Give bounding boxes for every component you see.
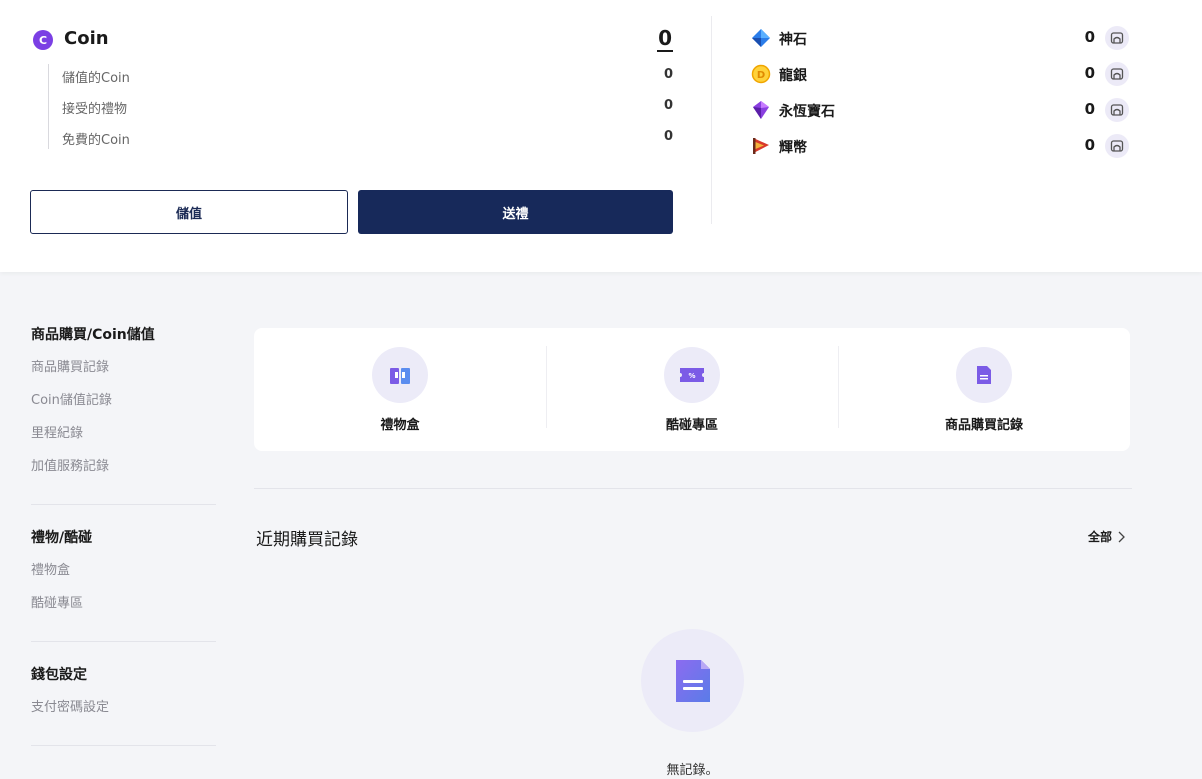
send-gift-button[interactable]: 送禮: [358, 190, 673, 234]
breakdown-label: 儲值的Coin: [62, 71, 130, 86]
sidebar-item-value-added-history[interactable]: 加值服務記錄: [31, 457, 216, 490]
currency-row-glow-coin: 輝幣 0: [751, 132, 1129, 168]
history-icon: [1110, 104, 1124, 116]
sidebar-item-mileage-history[interactable]: 里程紀錄: [31, 424, 216, 457]
wallet-summary-panel: C Coin 0 儲值的Coin 0 接受的禮物 0 免費的Coin 0 儲值 …: [0, 0, 1202, 272]
recent-purchases-title: 近期購買記錄: [256, 530, 358, 550]
shortcut-label: 禮物盒: [380, 418, 420, 433]
view-all-link[interactable]: 全部: [1088, 528, 1125, 545]
sidebar-item-purchase-history[interactable]: 商品購買記錄: [31, 358, 216, 391]
empty-state-text: 無記錄。: [666, 763, 719, 778]
breakdown-row-charged: 儲值的Coin 0: [49, 64, 673, 95]
shortcut-purchase-history[interactable]: 商品購買記錄: [838, 328, 1130, 451]
shortcut-label: 商品購買記錄: [944, 418, 1023, 433]
purple-gem-icon: [753, 101, 769, 119]
blue-diamond-icon: [752, 29, 770, 47]
sidebar-item-gift-box[interactable]: 禮物盒: [31, 561, 216, 594]
charge-button[interactable]: 儲值: [30, 190, 348, 234]
gold-coin-icon: D: [751, 64, 771, 84]
breakdown-row-gifts: 接受的禮物 0: [49, 95, 673, 126]
currency-history-button[interactable]: [1105, 98, 1129, 122]
breakdown-value: 0: [663, 129, 673, 144]
empty-state-illustration: [641, 629, 744, 732]
sidebar-section-title: 商品購買/Coin儲值: [31, 327, 155, 343]
currency-history-button[interactable]: [1105, 134, 1129, 158]
shortcut-coupons[interactable]: % 酷碰專區: [546, 328, 838, 451]
history-icon: [1110, 140, 1124, 152]
currency-value: 0: [1084, 136, 1095, 154]
currency-history-button[interactable]: [1105, 26, 1129, 50]
sidebar-item-coin-charge-history[interactable]: Coin儲值記錄: [31, 391, 216, 424]
currency-value: 0: [1084, 100, 1095, 118]
sidebar-nav: 商品購買/Coin儲值 商品購買記錄 Coin儲值記錄 里程紀錄 加值服務記錄 …: [31, 324, 216, 768]
red-flag-icon: [753, 138, 769, 154]
currency-name: 永恆寶石: [779, 104, 835, 120]
sidebar-section-title: 錢包設定: [31, 667, 87, 683]
sidebar-section-gifts: 禮物/酷碰 禮物盒 酷碰專區: [31, 527, 216, 642]
sidebar-section-title: 禮物/酷碰: [31, 530, 93, 546]
currency-name: 龍銀: [779, 68, 807, 84]
svg-text:%: %: [688, 372, 695, 380]
currency-value: 0: [1084, 28, 1095, 46]
document-icon: [977, 366, 991, 384]
breakdown-value: 0: [663, 98, 673, 113]
section-divider: [254, 488, 1132, 489]
gift-box-icon: [390, 368, 410, 384]
sidebar-section-purchase: 商品購買/Coin儲值 商品購買記錄 Coin儲值記錄 里程紀錄 加值服務記錄: [31, 324, 216, 505]
sidebar-item-payment-password[interactable]: 支付密碼設定: [31, 698, 216, 731]
sidebar-section-wallet-settings: 錢包設定 支付密碼設定: [31, 664, 216, 746]
coin-breakdown: 儲值的Coin 0 接受的禮物 0 免費的Coin 0: [48, 64, 673, 149]
sidebar-item-coupons[interactable]: 酷碰專區: [31, 594, 216, 627]
currency-row-eternal-gem: 永恆寶石 0: [751, 96, 1129, 132]
panel-divider: [711, 16, 712, 224]
shortcut-gift-box[interactable]: 禮物盒: [254, 328, 546, 451]
currency-history-button[interactable]: [1105, 62, 1129, 86]
history-icon: [1110, 32, 1124, 44]
shortcut-label: 酷碰專區: [665, 418, 718, 433]
breakdown-value: 0: [663, 67, 673, 82]
shortcut-icon-circle: %: [664, 347, 720, 403]
empty-document-icon: [675, 659, 710, 702]
shortcut-icon-circle: [956, 347, 1012, 403]
coupon-icon: %: [680, 368, 704, 382]
breakdown-label: 免費的Coin: [62, 133, 130, 148]
chevron-right-icon: [1118, 531, 1125, 542]
currency-name: 神石: [779, 32, 807, 48]
currency-name: 輝幣: [779, 140, 807, 156]
breakdown-label: 接受的禮物: [62, 102, 128, 117]
coin-icon: C: [33, 30, 53, 50]
currency-list: 神石 0 D 龍銀 0 永恆寶石 0 輝幣 0: [751, 24, 1129, 168]
shortcut-card: 禮物盒 % 酷碰專區 商品購買記錄: [254, 328, 1130, 451]
breakdown-row-free: 免費的Coin 0: [49, 126, 673, 157]
coin-header: C Coin 0: [33, 26, 673, 54]
currency-row-divine-stone: 神石 0: [751, 24, 1129, 60]
history-icon: [1110, 68, 1124, 80]
coin-total: 0: [657, 26, 673, 52]
currency-row-dragon-silver: D 龍銀 0: [751, 60, 1129, 96]
shortcut-icon-circle: [372, 347, 428, 403]
coin-title: Coin: [64, 28, 109, 49]
svg-text:D: D: [757, 70, 765, 81]
currency-value: 0: [1084, 64, 1095, 82]
view-all-label: 全部: [1088, 530, 1113, 544]
